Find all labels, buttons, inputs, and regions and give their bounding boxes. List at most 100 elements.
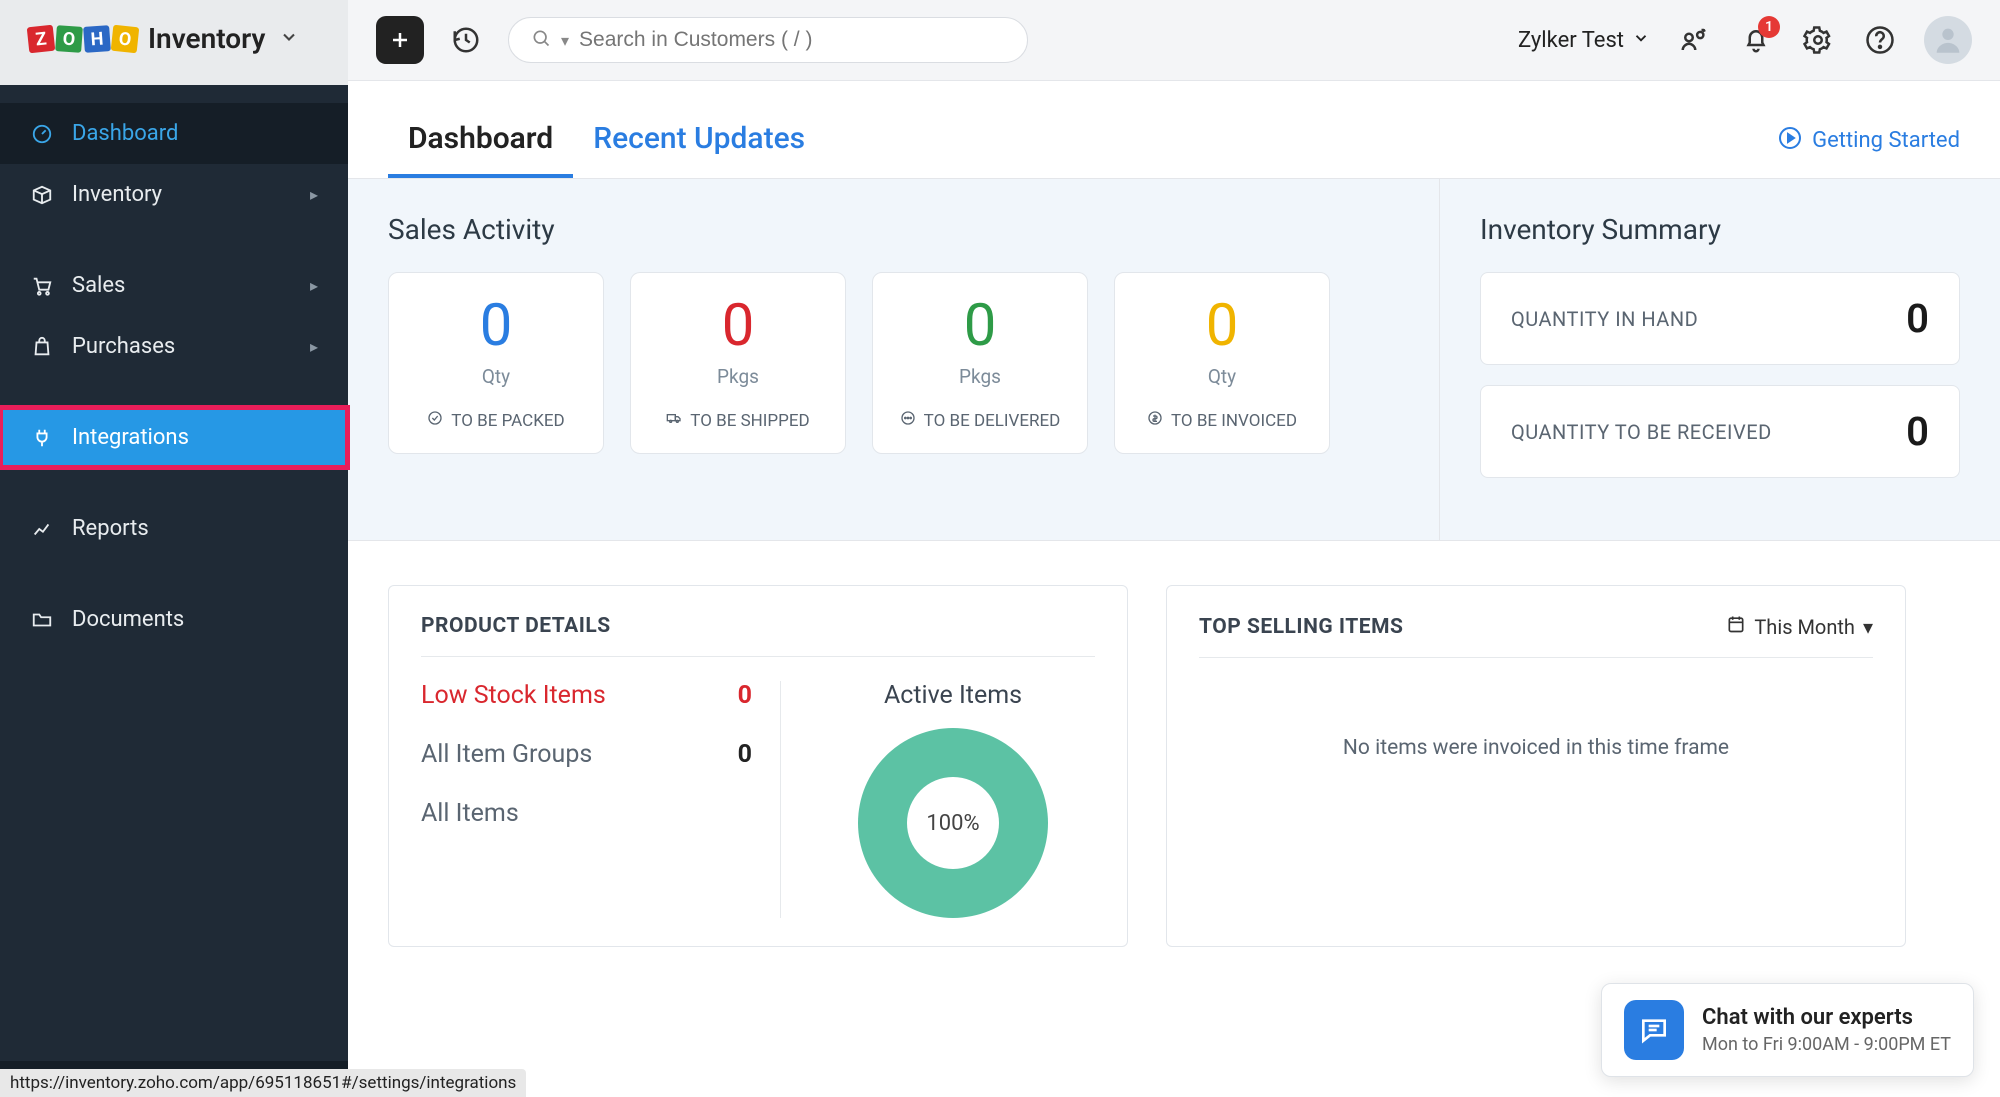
avatar[interactable]: [1924, 16, 1972, 64]
org-name: Zylker Test: [1518, 28, 1624, 53]
refer-button[interactable]: [1676, 22, 1712, 58]
chart-icon: [30, 517, 54, 541]
calendar-icon: [1726, 614, 1746, 639]
bag-icon: [30, 335, 54, 359]
search-box[interactable]: ▾: [508, 17, 1028, 63]
tab-recent-updates[interactable]: Recent Updates: [573, 103, 825, 178]
inventory-summary-section: Inventory Summary QUANTITY IN HAND 0 QUA…: [1440, 179, 2000, 540]
product-details-panel: PRODUCT DETAILS Low Stock Items 0 All It…: [388, 585, 1128, 947]
card-value: 0: [1129, 297, 1315, 355]
caret-right-icon: ▸: [310, 337, 318, 356]
sidebar-item-reports[interactable]: Reports: [0, 498, 348, 559]
sidebar-item-label: Documents: [72, 607, 184, 632]
getting-started-button[interactable]: Getting Started: [1778, 126, 1960, 156]
card-value: 0: [887, 297, 1073, 355]
card-unit: Pkgs: [887, 365, 1073, 388]
help-button[interactable]: [1862, 22, 1898, 58]
search-icon: [531, 28, 551, 52]
plug-icon: [30, 426, 54, 450]
period-picker[interactable]: This Month ▾: [1726, 614, 1873, 639]
quick-add-button[interactable]: [376, 16, 424, 64]
play-circle-icon: [1778, 126, 1802, 156]
folder-icon: [30, 608, 54, 632]
box-icon: [30, 183, 54, 207]
row-value: 0: [738, 740, 752, 769]
dollar-circle-icon: [1147, 410, 1163, 431]
caret-right-icon: ▸: [310, 185, 318, 204]
sidebar-item-label: Sales: [72, 273, 125, 298]
getting-started-label: Getting Started: [1812, 128, 1960, 153]
row-value: 0: [738, 681, 752, 710]
period-label: This Month: [1754, 615, 1855, 639]
org-switcher[interactable]: Zylker Test: [1518, 28, 1650, 53]
row-low-stock[interactable]: Low Stock Items 0: [421, 681, 752, 710]
notifications-button[interactable]: 1: [1738, 22, 1774, 58]
caret-down-icon: ▾: [1863, 615, 1873, 639]
chat-hours: Mon to Fri 9:00AM - 9:00PM ET: [1702, 1034, 1951, 1055]
zoho-logo: Z O H O: [28, 26, 138, 52]
truck-icon: [666, 410, 682, 431]
sidebar-item-purchases[interactable]: Purchases ▸: [0, 316, 348, 377]
pending-icon: [900, 410, 916, 431]
search-input[interactable]: [579, 28, 1005, 52]
sidebar-item-label: Dashboard: [72, 121, 178, 146]
card-value: 0: [645, 297, 831, 355]
notification-badge: 1: [1758, 16, 1780, 38]
card-unit: Qty: [403, 365, 589, 388]
chat-widget[interactable]: Chat with our experts Mon to Fri 9:00AM …: [1601, 983, 1974, 1077]
sidebar-item-dashboard[interactable]: Dashboard: [0, 103, 348, 164]
row-all-items[interactable]: All Items: [421, 799, 752, 828]
donut-center-label: 100%: [907, 777, 999, 869]
cart-icon: [30, 274, 54, 298]
sidebar-item-integrations[interactable]: Integrations: [0, 407, 348, 468]
chevron-down-icon: [279, 27, 299, 51]
card-to-be-shipped[interactable]: 0 Pkgs TO BE SHIPPED: [630, 272, 846, 454]
sales-activity-title: Sales Activity: [388, 213, 1399, 246]
dashboard-bottom: PRODUCT DETAILS Low Stock Items 0 All It…: [348, 541, 2000, 947]
inv-row-in-hand[interactable]: QUANTITY IN HAND 0: [1480, 272, 1960, 365]
donut-title: Active Items: [884, 681, 1022, 710]
card-label: TO BE PACKED: [451, 411, 564, 431]
dashboard-top: Sales Activity 0 Qty TO BE PACKED 0 Pkgs: [348, 179, 2000, 541]
card-to-be-invoiced[interactable]: 0 Qty TO BE INVOICED: [1114, 272, 1330, 454]
sidebar-item-label: Purchases: [72, 334, 175, 359]
card-unit: Qty: [1129, 365, 1315, 388]
sidebar-item-inventory[interactable]: Inventory ▸: [0, 164, 348, 225]
history-button[interactable]: [444, 18, 488, 62]
donut-ring: 100%: [858, 728, 1048, 918]
product-details-list: Low Stock Items 0 All Item Groups 0 All …: [421, 681, 781, 918]
top-selling-empty: No items were invoiced in this time fram…: [1199, 682, 1873, 766]
sidebar-item-sales[interactable]: Sales ▸: [0, 255, 348, 316]
inv-label: QUANTITY TO BE RECEIVED: [1511, 420, 1772, 444]
row-label: All Item Groups: [421, 740, 592, 769]
inv-label: QUANTITY IN HAND: [1511, 307, 1698, 331]
sidebar-item-label: Integrations: [72, 425, 189, 450]
row-label: Low Stock Items: [421, 681, 606, 710]
card-label: TO BE INVOICED: [1171, 411, 1297, 431]
top-selling-panel: TOP SELLING ITEMS This Month ▾ No items …: [1166, 585, 1906, 947]
chevron-down-icon: [1632, 28, 1650, 53]
sidebar: Z O H O Inventory Dashboard Invent: [0, 0, 348, 1097]
sales-activity-cards: 0 Qty TO BE PACKED 0 Pkgs TO BE SHIPPED: [388, 272, 1399, 454]
caret-down-icon[interactable]: ▾: [561, 31, 569, 50]
row-all-groups[interactable]: All Item Groups 0: [421, 740, 752, 769]
sales-activity-section: Sales Activity 0 Qty TO BE PACKED 0 Pkgs: [348, 179, 1440, 540]
sidebar-item-label: Reports: [72, 516, 149, 541]
inv-value: 0: [1906, 408, 1929, 455]
card-value: 0: [403, 297, 589, 355]
sidebar-item-documents[interactable]: Documents: [0, 589, 348, 650]
card-to-be-packed[interactable]: 0 Qty TO BE PACKED: [388, 272, 604, 454]
top-selling-title: TOP SELLING ITEMS: [1199, 615, 1403, 639]
inv-row-to-receive[interactable]: QUANTITY TO BE RECEIVED 0: [1480, 385, 1960, 478]
main: ▾ Zylker Test 1: [348, 0, 2000, 1097]
tab-dashboard[interactable]: Dashboard: [388, 103, 573, 178]
sidebar-item-label: Inventory: [72, 182, 162, 207]
chat-title: Chat with our experts: [1702, 1005, 1951, 1030]
brand-name: Inventory: [148, 22, 265, 55]
active-items-chart: Active Items 100%: [811, 681, 1095, 918]
brand-switcher[interactable]: Z O H O Inventory: [0, 0, 348, 85]
settings-button[interactable]: [1800, 22, 1836, 58]
product-details-title: PRODUCT DETAILS: [421, 614, 611, 638]
inventory-summary-title: Inventory Summary: [1480, 213, 1960, 246]
card-to-be-delivered[interactable]: 0 Pkgs TO BE DELIVERED: [872, 272, 1088, 454]
